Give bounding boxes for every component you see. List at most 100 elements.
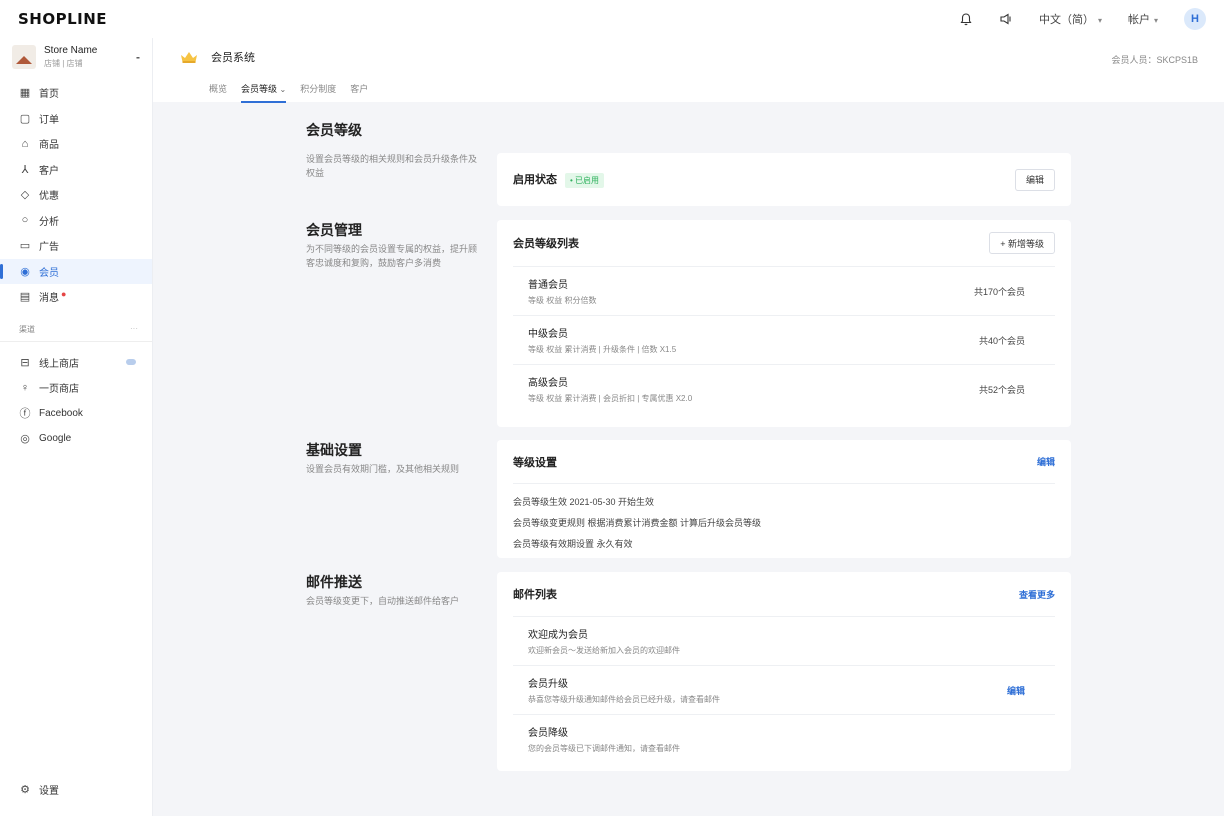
level-member-count: 共170个会员 bbox=[973, 286, 1025, 297]
sidebar-item-one-page-store[interactable]: ♀ 一页商店 bbox=[0, 375, 152, 401]
ads-icon: ▭ bbox=[19, 240, 31, 253]
store-menu-icon[interactable]: - bbox=[136, 50, 140, 64]
edit-email-link[interactable]: 编辑 bbox=[1007, 684, 1025, 697]
chevron-down-icon: ▾ bbox=[1153, 16, 1158, 25]
level-row[interactable]: 普通会员 等级 权益 积分倍数 共170个会员 bbox=[513, 266, 1055, 315]
store-info: Store Name 店铺 | 店铺 bbox=[44, 45, 97, 69]
sidebar-item-analytics[interactable]: ○ 分析 bbox=[0, 208, 152, 234]
sidebar-bottom: ⚙ 设置 bbox=[0, 777, 152, 803]
levels-card-header: 会员等级列表 + 新增等级 bbox=[497, 220, 1071, 266]
chevron-down-icon: ⌄ bbox=[279, 85, 287, 94]
store-switcher[interactable]: Store Name 店铺 | 店铺 - bbox=[0, 38, 152, 76]
sidebar-item-label: 分析 bbox=[39, 216, 59, 228]
email-name: 欢迎成为会员 bbox=[528, 630, 588, 641]
view-more-link[interactable]: 查看更多 bbox=[1019, 588, 1055, 601]
main-content: 会员等级 设置会员等级的相关规则和会员升级条件及权益 启用状态 • 已启用 编辑 … bbox=[153, 102, 1224, 816]
sidebar-item-label: 会员 bbox=[39, 267, 59, 279]
sidebar-item-home[interactable]: ▦ 首页 bbox=[0, 80, 152, 106]
marketing-icon: ◇ bbox=[20, 189, 30, 202]
edit-basic-link[interactable]: 编辑 bbox=[1037, 455, 1055, 468]
facebook-icon: ⓕ bbox=[19, 408, 31, 421]
email-row[interactable]: 会员降级 您的会员等级已下调邮件通知，请查看邮件 bbox=[513, 714, 1055, 763]
section-desc-basic: 设置会员有效期门槛，及其他相关规则 bbox=[306, 464, 460, 474]
top-bar-actions: 中文（简） ▾ 帐户 ▾ H bbox=[959, 8, 1206, 30]
section-title-management: 会员管理 bbox=[306, 222, 362, 238]
language-selector[interactable]: 中文（简） ▾ bbox=[1039, 11, 1102, 27]
sidebar-item-online-store[interactable]: ⊟ 线上商店 bbox=[0, 350, 152, 376]
section-title-levels: 会员等级 bbox=[306, 122, 362, 138]
level-info: 高级会员 等级 权益 累计消费 | 会员折扣 | 专属优惠 X2.0 bbox=[528, 374, 692, 404]
store-name: Store Name bbox=[44, 45, 98, 56]
chevron-down-icon: ▾ bbox=[1097, 16, 1102, 25]
top-bar: SHOPLINE 中文（简） ▾ 帐户 ▾ H bbox=[0, 0, 1224, 38]
avatar[interactable]: H bbox=[1184, 8, 1206, 30]
add-level-button[interactable]: + 新增等级 bbox=[989, 232, 1055, 254]
sidebar-item-customers[interactable]: ⅄ 客户 bbox=[0, 157, 152, 183]
basic-settings-lines: 会员等级生效 2021-05-30 开始生效 会员等级变更规则 根据消费累计消费… bbox=[497, 484, 1071, 555]
tab-overview[interactable]: 概览 bbox=[209, 82, 227, 103]
email-info: 会员降级 您的会员等级已下调邮件通知，请查看邮件 bbox=[528, 724, 680, 754]
channels-more-icon[interactable]: ··· bbox=[130, 324, 138, 335]
announcement-icon[interactable] bbox=[999, 12, 1013, 26]
sidebar-item-message[interactable]: ▤ 消息 ● bbox=[0, 284, 152, 310]
email-card-header: 邮件列表 查看更多 bbox=[497, 572, 1071, 616]
level-info: 中级会员 等级 权益 累计消费 | 升级条件 | 倍数 X1.5 bbox=[528, 325, 676, 355]
account-menu[interactable]: 帐户 ▾ bbox=[1128, 11, 1158, 27]
products-icon: ⌂ bbox=[21, 137, 29, 150]
sidebar-item-label: 优惠 bbox=[39, 191, 59, 203]
setting-line: 会员等级生效 2021-05-30 开始生效 bbox=[513, 497, 655, 507]
email-desc: 欢迎新会员～发送给新加入会员的欢迎邮件 bbox=[528, 646, 680, 655]
edit-status-button[interactable]: 编辑 bbox=[1014, 168, 1055, 191]
sidebar-item-marketing[interactable]: ◇ 优惠 bbox=[0, 182, 152, 208]
email-row[interactable]: 欢迎成为会员欢迎新会员～发送给新加入会员的欢迎邮件 bbox=[513, 616, 1055, 665]
language-label: 中文（简） bbox=[1038, 14, 1094, 26]
section-title-basic: 基础设置 bbox=[306, 442, 362, 458]
sidebar-item-label: Facebook bbox=[39, 407, 83, 419]
sidebar-item-facebook[interactable]: ⓕ Facebook bbox=[0, 401, 152, 427]
message-icon: ▤ bbox=[19, 291, 31, 304]
account-label: 帐户 bbox=[1127, 14, 1150, 26]
tab-points[interactable]: 积分制度 bbox=[300, 82, 336, 103]
section-title-email: 邮件推送 bbox=[306, 574, 362, 590]
sidebar-item-orders[interactable]: ▢ 订单 bbox=[0, 106, 152, 132]
email-name: 会员降级 bbox=[528, 728, 568, 739]
header-meta: 会员人员：SKCPS1B bbox=[1111, 55, 1198, 65]
channels-section-label: 渠道 bbox=[19, 324, 35, 334]
level-row[interactable]: 中级会员 等级 权益 累计消费 | 升级条件 | 倍数 X1.5 共40个会员 bbox=[513, 315, 1055, 364]
sidebar-item-member[interactable]: ◉ 会员 bbox=[0, 258, 152, 284]
basic-card-title: 等级设置 bbox=[513, 456, 557, 469]
channels-nav: ⊟ 线上商店 ♀ 一页商店 ⓕ Facebook ◎ Google bbox=[0, 346, 152, 452]
setting-line: 会员等级变更规则 根据消费累计消费金额 计算后升级会员等级 bbox=[513, 518, 762, 528]
sidebar-item-products[interactable]: ⌂ 商品 bbox=[0, 131, 152, 157]
bell-icon[interactable] bbox=[959, 12, 973, 26]
customers-icon: ⅄ bbox=[21, 163, 29, 176]
crown-icon bbox=[179, 50, 199, 64]
pos-icon: ♀ bbox=[20, 381, 30, 394]
email-row[interactable]: 会员升级 恭喜您等级升级通知邮件给会员已经升级，请查看邮件 编辑 bbox=[513, 665, 1055, 714]
tab-customers[interactable]: 客户 bbox=[350, 82, 368, 103]
settings-icon: ⚙ bbox=[20, 783, 30, 796]
sidebar-item-label: 线上商店 bbox=[39, 358, 79, 370]
shopline-logo[interactable]: SHOPLINE bbox=[18, 10, 107, 28]
level-meta: 等级 权益 累计消费 | 会员折扣 | 专属优惠 X2.0 bbox=[528, 394, 693, 403]
level-meta: 等级 权益 积分倍数 bbox=[528, 296, 597, 305]
sidebar: Store Name 店铺 | 店铺 - ▦ 首页 ▢ 订单 ⌂ 商品 ⅄ 客户 ◇ 优惠… bbox=[0, 38, 153, 816]
sidebar-item-google[interactable]: ◎ Google bbox=[0, 426, 152, 452]
sidebar-item-label: 商品 bbox=[39, 140, 59, 152]
notification-dot: ● bbox=[61, 288, 67, 299]
sidebar-item-settings[interactable]: ⚙ 设置 bbox=[0, 777, 152, 803]
page-tabs: 概览 会员等级 ⌄ 积分制度 客户 bbox=[209, 82, 368, 103]
home-icon: ▦ bbox=[19, 87, 31, 100]
tab-member-levels[interactable]: 会员等级 ⌄ bbox=[241, 82, 287, 103]
level-member-count: 共40个会员 bbox=[978, 335, 1025, 346]
level-member-count: 共52个会员 bbox=[978, 384, 1025, 395]
tab-label: 会员等级 bbox=[241, 84, 278, 94]
level-row[interactable]: 高级会员 等级 权益 累计消费 | 会员折扣 | 专属优惠 X2.0 共52个会员 bbox=[513, 364, 1055, 413]
status-card-row: 启用状态 • 已启用 编辑 bbox=[497, 153, 1071, 206]
sidebar-item-label: 首页 bbox=[39, 89, 59, 101]
level-info: 普通会员 等级 权益 积分倍数 bbox=[528, 276, 596, 306]
sidebar-item-ads[interactable]: ▭ 广告 bbox=[0, 233, 152, 259]
eye-icon[interactable] bbox=[126, 359, 136, 366]
sidebar-item-label: 客户 bbox=[39, 165, 59, 177]
analytics-icon: ○ bbox=[21, 214, 29, 227]
